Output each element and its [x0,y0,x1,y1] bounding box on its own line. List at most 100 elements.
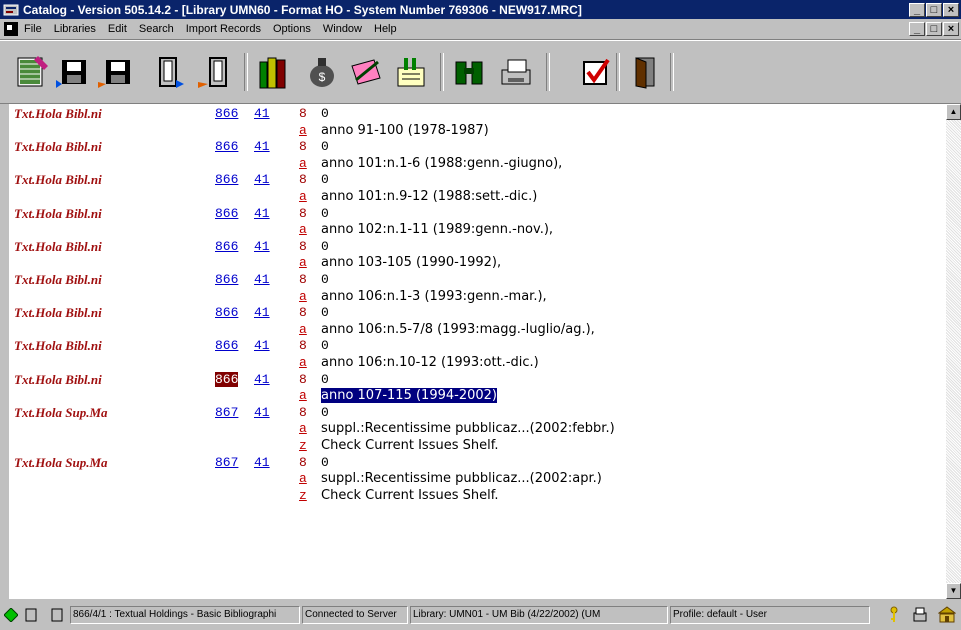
indicator-1[interactable]: 41 [254,305,270,320]
subfield-value[interactable]: suppl.:Recentissime pubblicaz...(2002:fe… [321,421,615,436]
subfield-value[interactable]: anno 106:n.5-7/8 (1993:magg.-luglio/ag.)… [321,322,595,337]
record-field-row[interactable]: Txt.Hola Sup.Ma 867 41 8 0 [9,455,946,471]
record-field-row[interactable]: Txt.Hola Bibl.ni 866 41 8 0 [9,139,946,155]
field-tag[interactable]: 866 [215,338,238,353]
field-value-0[interactable]: 0 [321,272,329,287]
subfield-code[interactable]: a [299,322,307,337]
printer-icon[interactable] [498,54,534,90]
edit-notes-icon[interactable] [348,54,384,90]
save-server-icon[interactable] [98,54,134,90]
indicator-1[interactable]: 41 [254,372,270,387]
subfield-row[interactable]: a anno 101:n.1-6 (1988:genn.-giugno), [9,156,946,172]
subfield-value[interactable]: anno 107-115 (1994-2002) [321,388,497,404]
field-value-0[interactable]: 0 [321,338,329,353]
doc-maximize-button[interactable]: □ [926,22,942,36]
record-field-row[interactable]: Txt.Hola Bibl.ni 866 41 8 0 [9,172,946,188]
save-icon[interactable] [56,54,92,90]
indicator-2[interactable]: 8 [299,272,307,287]
field-value-0[interactable]: 0 [321,206,329,221]
subfield-row[interactable]: a anno 106:n.10-12 (1993:ott.-dic.) [9,355,946,371]
indicator-2[interactable]: 8 [299,455,307,470]
indicator-1[interactable]: 41 [254,272,270,287]
doc-close-button[interactable]: × [943,22,959,36]
new-record-icon[interactable] [14,54,50,90]
indicator-1[interactable]: 41 [254,239,270,254]
record-field-row[interactable]: Txt.Hola Bibl.ni 866 41 8 0 [9,239,946,255]
subfield-row[interactable]: a anno 107-115 (1994-2002) [9,388,946,404]
scroll-down-button[interactable]: ▼ [946,583,961,599]
field-value-0[interactable]: 0 [321,455,329,470]
card-catalog-icon[interactable] [394,54,430,90]
check-icon[interactable] [578,54,614,90]
field-value-0[interactable]: 0 [321,405,329,420]
menu-search[interactable]: Search [139,23,174,35]
subfield-row[interactable]: a anno 102:n.1-11 (1989:genn.-nov.), [9,222,946,238]
subfield-row[interactable]: z Check Current Issues Shelf. [9,438,946,454]
menu-edit[interactable]: Edit [108,23,127,35]
indicator-2[interactable]: 8 [299,172,307,187]
field-value-0[interactable]: 0 [321,372,329,387]
menu-libraries[interactable]: Libraries [54,23,96,35]
menu-import-records[interactable]: Import Records [186,23,261,35]
open-book-icon[interactable] [154,54,190,90]
books-icon[interactable] [256,54,292,90]
indicator-2[interactable]: 8 [299,405,307,420]
binoculars-icon[interactable] [452,54,488,90]
menu-help[interactable]: Help [374,23,397,35]
indicator-2[interactable]: 8 [299,338,307,353]
exit-door-icon[interactable] [626,54,662,90]
subfield-value[interactable]: Check Current Issues Shelf. [321,438,498,453]
money-bag-icon[interactable]: $ [304,54,340,90]
subfield-code[interactable]: a [299,471,307,486]
field-value-0[interactable]: 0 [321,139,329,154]
menu-window[interactable]: Window [323,23,362,35]
close-button[interactable]: × [943,2,959,17]
indicator-1[interactable]: 41 [254,405,270,420]
field-value-0[interactable]: 0 [321,172,329,187]
record-field-row[interactable]: Txt.Hola Bibl.ni 866 41 8 0 [9,338,946,354]
indicator-1[interactable]: 41 [254,338,270,353]
record-field-row[interactable]: Txt.Hola Bibl.ni 866 41 8 0 [9,106,946,122]
subfield-code[interactable]: a [299,388,307,403]
subfield-code[interactable]: a [299,189,307,204]
field-value-0[interactable]: 0 [321,106,329,121]
subfield-row[interactable]: a anno 101:n.9-12 (1988:sett.-dic.) [9,189,946,205]
subfield-code[interactable]: a [299,289,307,304]
subfield-value[interactable]: Check Current Issues Shelf. [321,488,498,503]
field-tag[interactable]: 866 [215,206,238,221]
indicator-2[interactable]: 8 [299,239,307,254]
vertical-scrollbar[interactable] [946,104,961,599]
indicator-2[interactable]: 8 [299,372,307,387]
indicator-1[interactable]: 41 [254,172,270,187]
subfield-value[interactable]: anno 102:n.1-11 (1989:genn.-nov.), [321,222,553,237]
field-tag[interactable]: 866 [215,139,238,154]
indicator-2[interactable]: 8 [299,305,307,320]
scroll-up-button[interactable]: ▲ [946,104,961,120]
subfield-value[interactable]: anno 103-105 (1990-1992), [321,255,501,270]
subfield-code[interactable]: z [299,438,307,453]
record-field-row[interactable]: Txt.Hola Sup.Ma 867 41 8 0 [9,405,946,421]
subfield-value[interactable]: anno 91-100 (1978-1987) [321,123,489,138]
open-server-book-icon[interactable] [196,54,232,90]
doc-minimize-button[interactable]: _ [909,22,925,36]
subfield-row[interactable]: a anno 106:n.1-3 (1993:genn.-mar.), [9,289,946,305]
field-tag[interactable]: 866 [215,106,238,121]
indicator-1[interactable]: 41 [254,455,270,470]
subfield-row[interactable]: a anno 91-100 (1978-1987) [9,123,946,139]
subfield-code[interactable]: a [299,156,307,171]
record-field-row[interactable]: Txt.Hola Bibl.ni 866 41 8 0 [9,371,946,388]
subfield-code[interactable]: z [299,488,307,503]
record-editor[interactable]: Txt.Hola Bibl.ni 866 41 8 0 a anno 91-100 (197… [9,104,946,599]
subfield-row[interactable]: a suppl.:Recentissime pubblicaz...(2002:a… [9,471,946,487]
indicator-2[interactable]: 8 [299,206,307,221]
subfield-code[interactable]: a [299,421,307,436]
indicator-1[interactable]: 41 [254,206,270,221]
indicator-2[interactable]: 8 [299,106,307,121]
field-tag[interactable]: 867 [215,405,238,420]
subfield-row[interactable]: a anno 106:n.5-7/8 (1993:magg.-luglio/ag.… [9,322,946,338]
record-field-row[interactable]: Txt.Hola Bibl.ni 866 41 8 0 [9,305,946,321]
indicator-1[interactable]: 41 [254,106,270,121]
document-icon[interactable] [4,22,18,36]
subfield-code[interactable]: a [299,355,307,370]
subfield-code[interactable]: a [299,255,307,270]
